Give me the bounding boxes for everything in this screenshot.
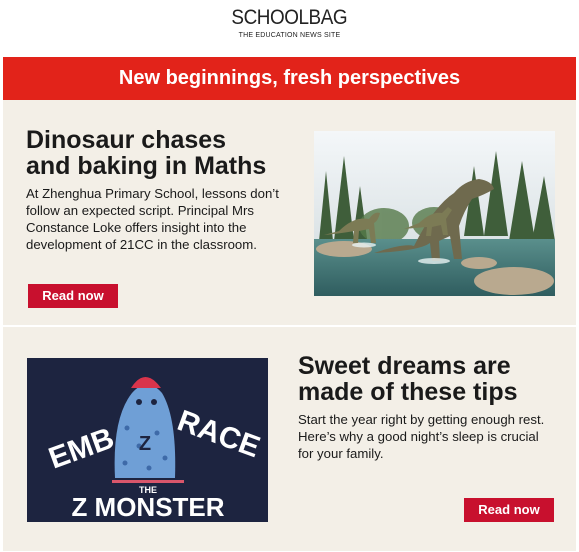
z-letter: Z (139, 433, 151, 455)
article-description: Start the year right by getting enough r… (298, 412, 545, 461)
poster-word-z-monster: Z MONSTER (71, 492, 224, 522)
article-card-sleep: Z EMB RACE THE Z MONSTER Sweet dreams ar… (3, 327, 576, 551)
dinosaur-illustration (314, 131, 555, 296)
title-line: and baking in Maths (26, 152, 267, 180)
title-line: made of these tips (298, 378, 518, 406)
article-description: At Zhenghua Primary School, lessons don’… (26, 186, 279, 252)
header: SCHOOLBAG THE EDUCATION NEWS SITE (0, 0, 579, 58)
article-title[interactable]: Sweet dreams are made of these tips (298, 353, 568, 405)
email-newsletter: SCHOOLBAG THE EDUCATION NEWS SITE New be… (0, 0, 579, 552)
article-title[interactable]: Dinosaur chases and baking in Maths (26, 127, 296, 179)
logo-wordmark: SCHOOLBAG (231, 6, 348, 29)
schoolbag-logo[interactable]: SCHOOLBAG THE EDUCATION NEWS SITE (0, 0, 579, 41)
article-card-dinosaur: Dinosaur chases and baking in Maths At Z… (3, 100, 576, 325)
z-monster-illustration: Z EMB RACE THE Z MONSTER (27, 358, 268, 522)
promo-banner: New beginnings, fresh perspectives (3, 57, 576, 100)
read-now-button[interactable]: Read now (464, 498, 554, 522)
dinosaur-image[interactable] (314, 131, 555, 296)
title-line: Dinosaur chases (26, 126, 227, 154)
title-line: Sweet dreams are (298, 352, 511, 380)
z-monster-image[interactable]: Z EMB RACE THE Z MONSTER (27, 358, 268, 522)
logo-tagline: THE EDUCATION NEWS SITE (238, 32, 341, 39)
read-now-button[interactable]: Read now (28, 284, 118, 308)
